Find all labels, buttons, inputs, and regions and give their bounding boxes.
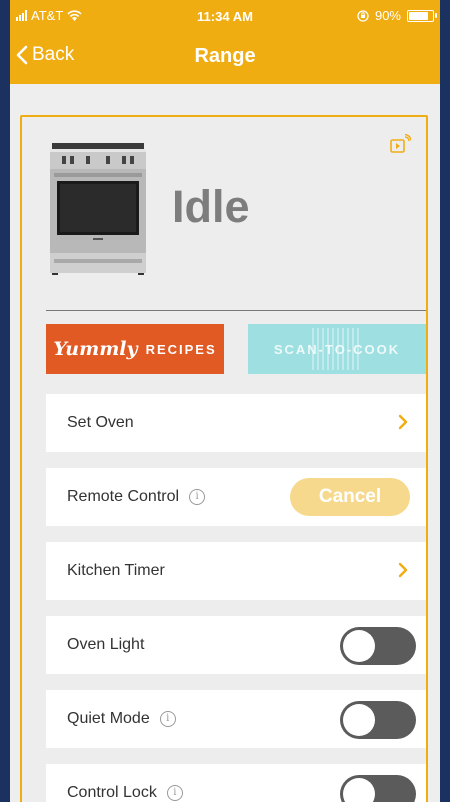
battery-icon [407, 9, 437, 22]
info-icon[interactable]: i [159, 711, 176, 727]
set-oven-label: Set Oven [67, 414, 134, 431]
status-bar: AT&T 11:34 AM 90% [10, 0, 440, 32]
orientation-lock-icon [357, 9, 369, 22]
info-icon[interactable]: i [166, 785, 183, 801]
nav-bar: Back Range [10, 32, 440, 84]
oven-light-toggle[interactable] [340, 627, 416, 665]
appliance-card: Idle Yummly RECIPES SCAN-TO-COOK Set Ove… [20, 115, 428, 802]
kitchen-timer-label: Kitchen Timer [67, 562, 165, 579]
scan-to-cook-label: SCAN-TO-COOK [273, 341, 401, 357]
cancel-button[interactable]: Cancel [290, 478, 410, 516]
oven-light-label: Oven Light [67, 636, 145, 653]
control-lock-row: Control Lock i [46, 764, 426, 802]
remote-control-label: Remote Control [67, 488, 180, 505]
divider [46, 310, 426, 311]
status-right: 90% [357, 8, 437, 23]
scan-to-cook-button[interactable]: SCAN-TO-COOK [248, 324, 426, 374]
quiet-mode-label: Quiet Mode [67, 710, 150, 727]
cast-icon[interactable] [389, 134, 411, 156]
page-title: Range [194, 45, 256, 67]
battery-percent: 90% [374, 8, 401, 23]
control-lock-toggle[interactable] [340, 775, 416, 802]
battery-fill [409, 11, 428, 20]
quiet-mode-row: Quiet Mode i [46, 690, 426, 748]
appliance-status: Idle [172, 181, 250, 232]
yummly-logo: Yummly [53, 338, 138, 360]
chevron-right-icon [398, 414, 408, 430]
recipes-label: RECIPES [145, 341, 217, 357]
app-screen: AT&T 11:34 AM 90% Back Range Idle Yummly… [10, 0, 440, 802]
yummly-recipes-button[interactable]: Yummly RECIPES [46, 324, 224, 374]
control-lock-label: Control Lock [67, 784, 157, 801]
oven-light-row: Oven Light [46, 616, 426, 674]
range-image [48, 141, 148, 275]
remote-control-row: Remote Control i Cancel [46, 468, 426, 526]
quiet-mode-toggle[interactable] [340, 701, 416, 739]
set-oven-row[interactable]: Set Oven [46, 394, 426, 452]
chevron-right-icon [398, 562, 408, 578]
kitchen-timer-row[interactable]: Kitchen Timer [46, 542, 426, 600]
info-icon[interactable]: i [189, 489, 206, 505]
